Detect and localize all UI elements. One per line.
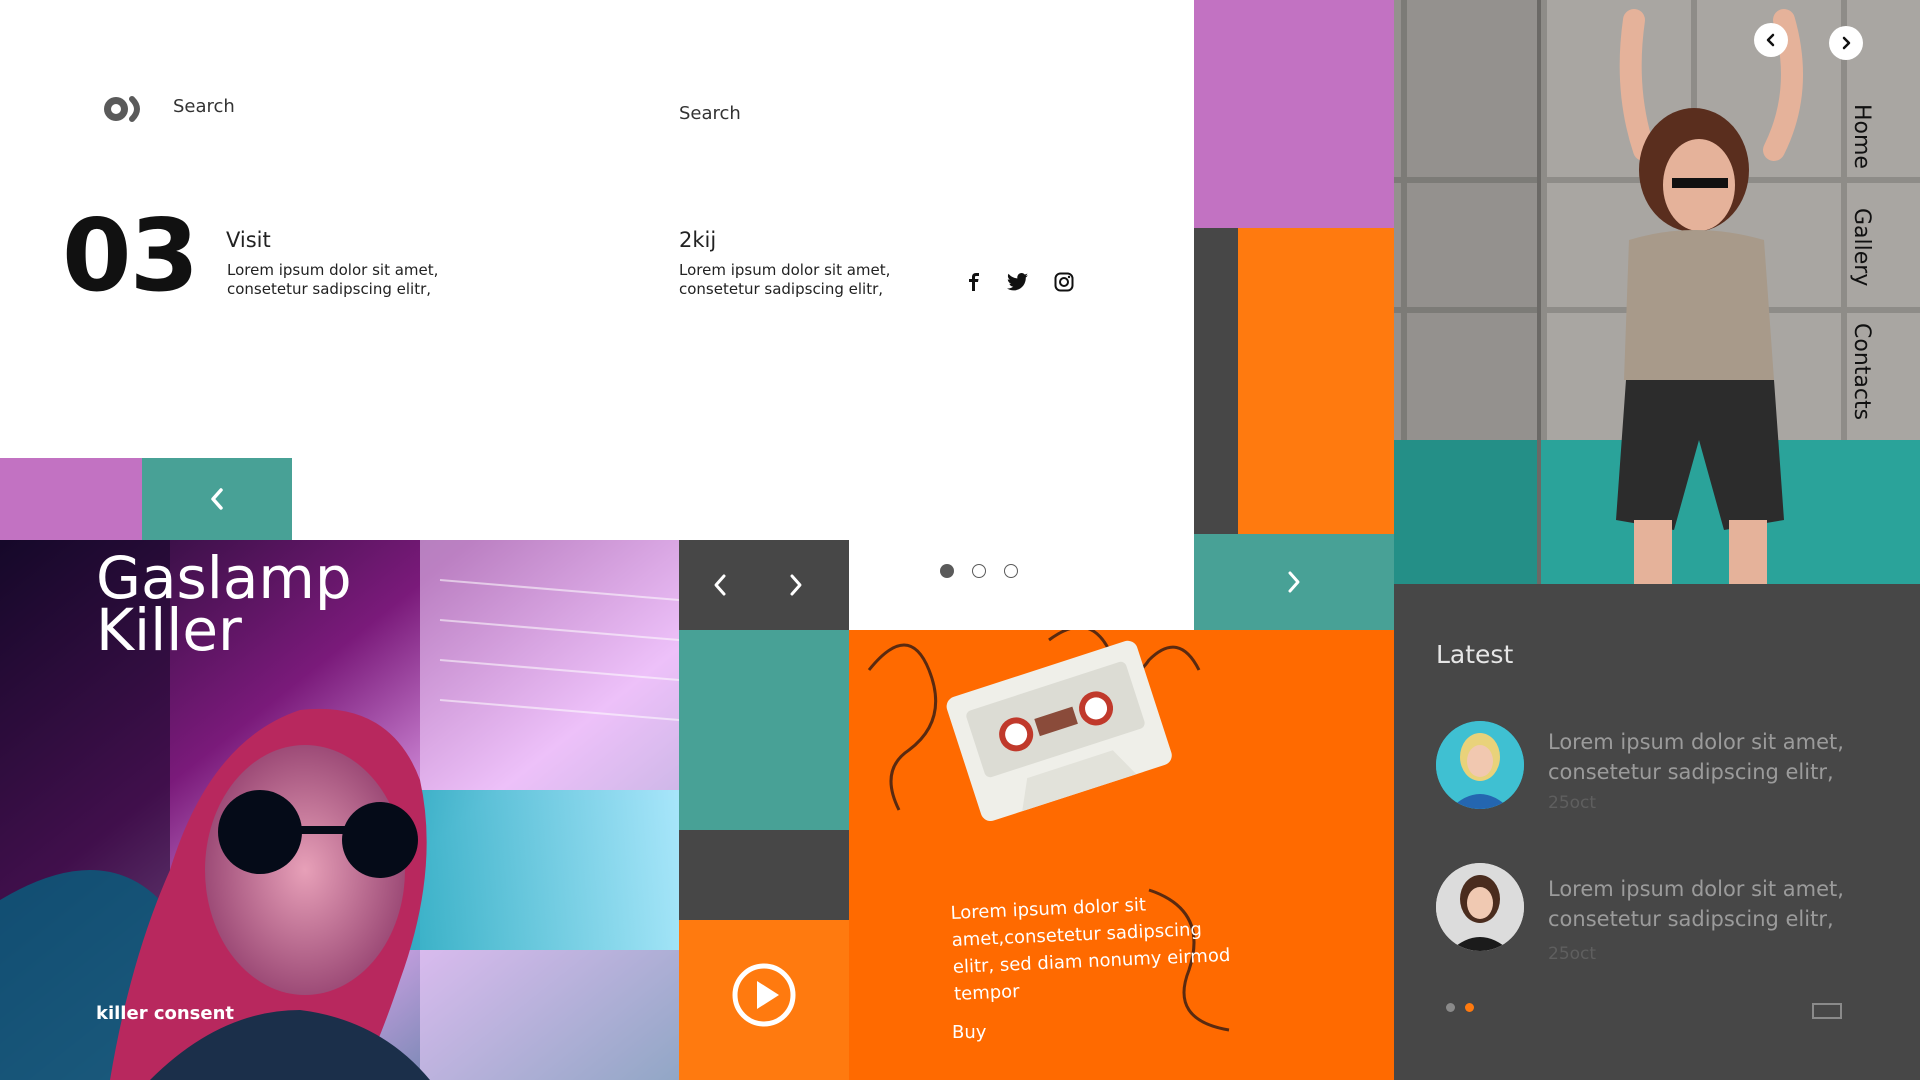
nav-gallery[interactable]: Gallery <box>1849 208 1874 286</box>
chevron-left-icon <box>714 574 726 596</box>
teal-block <box>679 630 849 830</box>
play-icon <box>732 963 796 1027</box>
screen-icon[interactable] <box>1812 1003 1842 1019</box>
brand-text: Lorem ipsum dolor sit amet, consetetur s… <box>679 261 891 298</box>
carousel-next-button[interactable] <box>1829 26 1863 60</box>
instagram-icon[interactable] <box>1052 270 1076 294</box>
purple-block <box>0 458 142 540</box>
brand-title: 2kij <box>679 228 717 252</box>
slider-dot-1[interactable] <box>940 564 954 578</box>
dark-block <box>679 830 849 920</box>
slider-next-button[interactable] <box>776 560 816 610</box>
next-arrow-button[interactable] <box>1194 534 1394 630</box>
product-photo <box>849 630 1394 1080</box>
latest-pager-dot-1[interactable] <box>1446 1003 1455 1012</box>
chevron-left-icon <box>211 488 223 510</box>
latest-pager-dot-2[interactable] <box>1465 1003 1474 1012</box>
prev-arrow-button[interactable] <box>142 458 292 540</box>
latest-item-text[interactable]: Lorem ipsum dolor sit amet, consetetur s… <box>1548 727 1888 787</box>
chevron-left-icon <box>1766 33 1775 47</box>
buy-link[interactable]: Buy <box>952 1022 986 1043</box>
featured-subtitle[interactable]: killer consent <box>96 1003 234 1024</box>
logo-icon[interactable] <box>102 94 144 124</box>
visit-title: Visit <box>226 228 271 252</box>
purple-block-top <box>1194 0 1394 228</box>
facebook-icon[interactable] <box>962 270 986 294</box>
avatar[interactable] <box>1436 863 1524 951</box>
latest-item-text[interactable]: Lorem ipsum dolor sit amet, consetetur s… <box>1548 874 1888 934</box>
latest-item-date: 25oct <box>1548 793 1597 813</box>
chevron-right-icon <box>1842 36 1851 50</box>
play-button[interactable] <box>731 962 797 1028</box>
nav-contacts[interactable]: Contacts <box>1849 323 1874 420</box>
chevron-right-icon <box>790 574 802 596</box>
hero-photo <box>1394 0 1920 584</box>
featured-title: Gaslamp Killer <box>96 544 352 664</box>
slider-dot-2[interactable] <box>972 564 986 578</box>
latest-item-date: 25oct <box>1548 944 1597 964</box>
product-description: Lorem ipsum dolor sit amet,consetetur sa… <box>950 894 1231 1005</box>
chevron-right-icon <box>1288 571 1300 593</box>
latest-title: Latest <box>1436 640 1514 669</box>
search-link-secondary[interactable]: Search <box>679 103 741 124</box>
slider-dot-3[interactable] <box>1004 564 1018 578</box>
dark-strip <box>1194 228 1238 534</box>
search-link[interactable]: Search <box>173 96 235 117</box>
visit-text: Lorem ipsum dolor sit amet, consetetur s… <box>227 261 439 298</box>
carousel-prev-button[interactable] <box>1754 23 1788 57</box>
slide-number: 03 <box>62 197 199 314</box>
nav-home[interactable]: Home <box>1849 104 1874 169</box>
twitter-icon[interactable] <box>1006 270 1030 294</box>
orange-block-top <box>1238 228 1394 534</box>
avatar[interactable] <box>1436 721 1524 809</box>
slider-prev-button[interactable] <box>700 560 740 610</box>
